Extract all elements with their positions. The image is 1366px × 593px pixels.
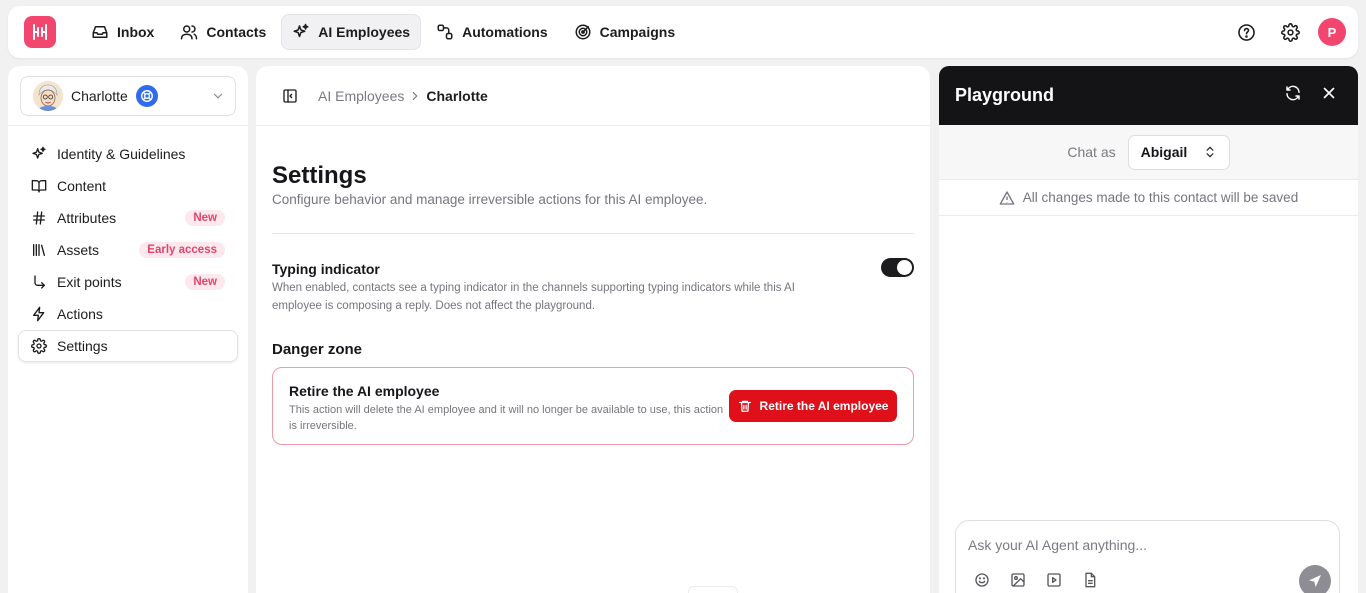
- scroll-tab: [688, 586, 738, 593]
- new-badge: New: [185, 210, 225, 226]
- settings-panel: AI Employees Charlotte Settings Configur…: [256, 66, 930, 593]
- divider: [272, 233, 914, 234]
- sidebar-item-label: Attributes: [57, 210, 117, 226]
- document-icon[interactable]: [1082, 572, 1098, 588]
- sparkles-icon: [292, 23, 310, 41]
- nav-campaigns-label: Campaigns: [599, 24, 676, 40]
- corner-arrow-icon: [31, 274, 47, 290]
- close-icon[interactable]: [1320, 84, 1338, 102]
- nav-ai-employees[interactable]: AI Employees: [281, 14, 422, 50]
- chat-input-placeholder[interactable]: Ask your AI Agent anything...: [968, 537, 1147, 553]
- library-icon: [31, 242, 47, 258]
- sidebar-menu: Identity & Guidelines Content Attributes…: [18, 138, 238, 362]
- video-icon[interactable]: [1046, 572, 1062, 588]
- breadcrumb-current: Charlotte: [426, 87, 488, 104]
- send-icon: [1307, 573, 1323, 589]
- image-icon[interactable]: [1010, 572, 1026, 588]
- sidebar-item-assets[interactable]: Assets Early access: [18, 234, 238, 266]
- danger-zone-title: Danger zone: [272, 341, 363, 358]
- retire-button-label: Retire the AI employee: [759, 399, 889, 413]
- early-access-badge: Early access: [139, 242, 225, 258]
- gear-icon: [31, 338, 47, 354]
- emoji-icon[interactable]: [974, 572, 990, 588]
- automations-icon: [436, 23, 454, 41]
- toggle-knob: [897, 260, 912, 275]
- sidebar-item-label: Actions: [57, 306, 103, 322]
- lightning-icon: [31, 306, 47, 322]
- new-badge: New: [185, 274, 225, 290]
- chat-as-label: Chat as: [1067, 144, 1116, 160]
- sidebar-item-content[interactable]: Content: [18, 170, 238, 202]
- nav-automations-label: Automations: [462, 24, 548, 40]
- nav-campaigns[interactable]: Campaigns: [563, 14, 686, 50]
- user-avatar[interactable]: P: [1318, 18, 1346, 46]
- agent-selector[interactable]: Charlotte: [20, 76, 236, 116]
- lifebuoy-icon: [135, 85, 158, 107]
- chat-as-value: Abigail: [1140, 144, 1188, 160]
- playground-panel: Playground Chat as Abigail All changes m…: [939, 66, 1358, 593]
- retire-description: This action will delete the AI employee …: [289, 404, 724, 432]
- page-description: Configure behavior and manage irreversib…: [272, 192, 708, 207]
- danger-zone-box: Retire the AI employee This action will …: [272, 367, 914, 445]
- trash-icon: [738, 399, 752, 413]
- help-icon[interactable]: [1230, 16, 1262, 48]
- save-notice: All changes made to this contact will be…: [939, 180, 1358, 216]
- playground-title: Playground: [955, 85, 1055, 105]
- inbox-icon: [91, 23, 109, 41]
- chevron-right-icon: [408, 89, 422, 103]
- chevron-up-down-icon: [1203, 145, 1217, 159]
- typing-indicator-title: Typing indicator: [272, 261, 380, 277]
- send-button[interactable]: [1299, 565, 1331, 593]
- page-title: Settings: [272, 162, 367, 189]
- sidebar-item-actions[interactable]: Actions: [18, 298, 238, 330]
- playground-header: Playground: [939, 66, 1358, 125]
- agent-name: Charlotte: [71, 88, 128, 104]
- nav-contacts[interactable]: Contacts: [169, 14, 277, 50]
- breadcrumb-parent[interactable]: AI Employees: [318, 88, 404, 104]
- chat-as-bar: Chat as Abigail: [939, 125, 1358, 180]
- chevron-down-icon: [211, 89, 225, 103]
- nav-inbox[interactable]: Inbox: [80, 14, 165, 50]
- nav-automations[interactable]: Automations: [425, 14, 559, 50]
- retire-ai-employee-button[interactable]: Retire the AI employee: [729, 390, 897, 422]
- agent-avatar: [33, 81, 63, 111]
- sidebar-item-attributes[interactable]: Attributes New: [18, 202, 238, 234]
- sidebar-item-label: Content: [57, 178, 107, 194]
- sidebar-item-settings[interactable]: Settings: [18, 330, 238, 362]
- warning-icon: [999, 190, 1015, 206]
- sidebar-item-exit-points[interactable]: Exit points New: [18, 266, 238, 298]
- app-logo-icon[interactable]: [24, 16, 56, 48]
- gear-icon[interactable]: [1274, 16, 1306, 48]
- nav-ai-employees-label: AI Employees: [318, 24, 411, 40]
- hash-icon: [31, 210, 47, 226]
- chat-as-select[interactable]: Abigail: [1127, 134, 1230, 170]
- sidebar-item-label: Exit points: [57, 274, 122, 290]
- breadcrumb: AI Employees Charlotte: [256, 66, 930, 126]
- save-notice-text: All changes made to this contact will be…: [1022, 190, 1299, 205]
- nav-inbox-label: Inbox: [117, 24, 155, 40]
- sidebar-item-label: Assets: [57, 242, 100, 258]
- sidebar-item-identity-guidelines[interactable]: Identity & Guidelines: [18, 138, 238, 170]
- contacts-icon: [180, 23, 198, 41]
- typing-indicator-description: When enabled, contacts see a typing indi…: [272, 282, 795, 312]
- sidebar-toggle-icon[interactable]: [282, 88, 298, 104]
- nav-contacts-label: Contacts: [206, 24, 267, 40]
- sidebar-item-label: Settings: [57, 338, 108, 354]
- typing-indicator-toggle[interactable]: [881, 258, 914, 277]
- top-navigation: Inbox Contacts AI Employees Automations …: [8, 6, 1358, 58]
- book-icon: [31, 178, 47, 194]
- left-sidebar: Charlotte Identity & Guidelines Content …: [8, 66, 248, 593]
- retire-title: Retire the AI employee: [289, 383, 440, 399]
- campaigns-icon: [574, 23, 592, 41]
- sidebar-item-label: Identity & Guidelines: [57, 146, 186, 162]
- refresh-icon[interactable]: [1284, 84, 1302, 102]
- sparkles-icon: [31, 146, 47, 162]
- divider: [8, 125, 248, 126]
- chat-input-box[interactable]: Ask your AI Agent anything...: [955, 520, 1340, 593]
